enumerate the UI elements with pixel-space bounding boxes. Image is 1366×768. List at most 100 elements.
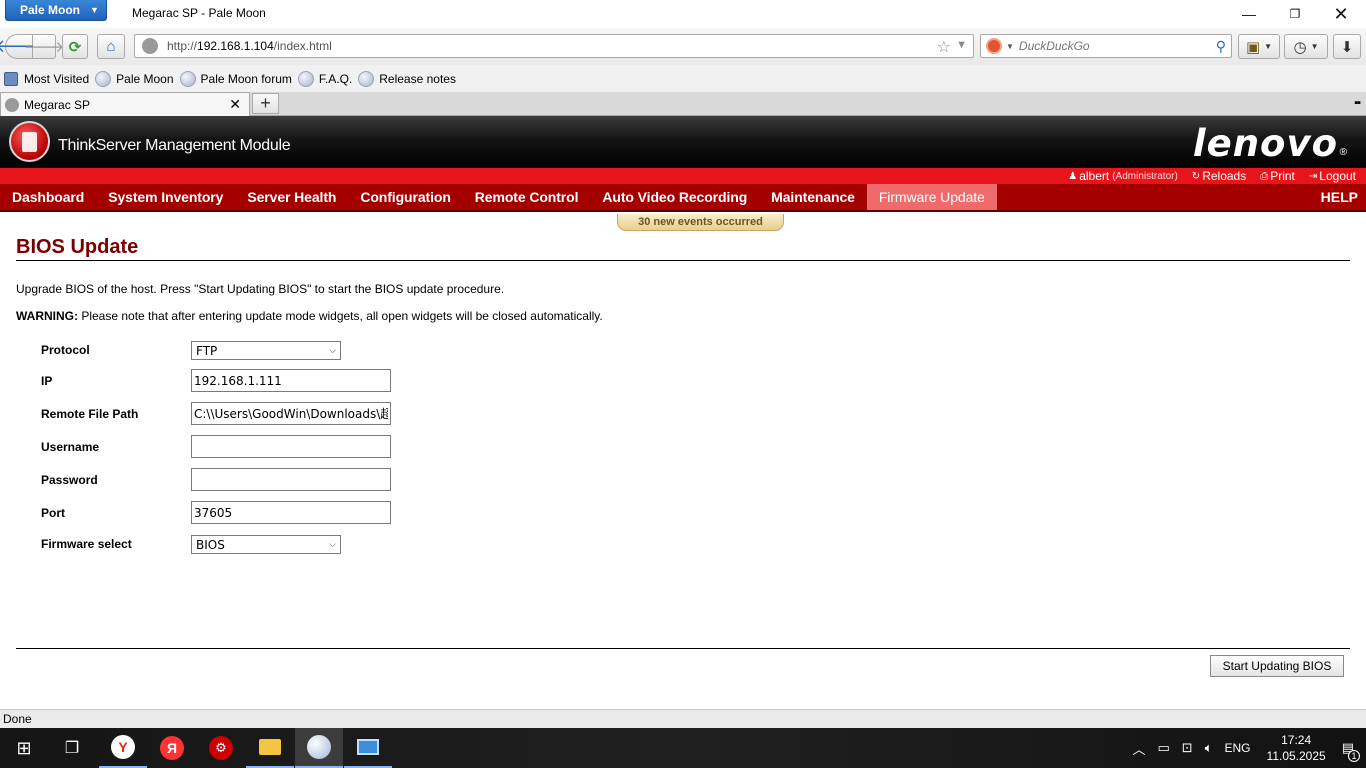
input-language[interactable]: ENG <box>1225 741 1251 755</box>
user-role: (Administrator) <box>1112 170 1178 182</box>
show-hidden-icons-icon[interactable]: ︿ <box>1132 739 1145 758</box>
menu-remote-control[interactable]: Remote Control <box>463 184 591 210</box>
browser-title-bar: Pale Moon ▼ Megarac SP - Pale Moon — ❐ ✕ <box>0 0 1366 28</box>
minimize-button[interactable]: — <box>1226 0 1272 28</box>
home-button[interactable]: ⌂ <box>97 34 125 59</box>
taskbar-remote-app[interactable] <box>344 728 392 768</box>
warning-message: WARNING: Please note that after entering… <box>16 309 603 323</box>
pale-moon-globe-icon <box>297 70 314 87</box>
menu-maintenance[interactable]: Maintenance <box>759 184 867 210</box>
history-menu-button[interactable]: ◷ ▼ <box>1284 34 1328 59</box>
start-updating-bios-button[interactable]: Start Updating BIOS <box>1210 655 1344 677</box>
most-visited-icon <box>4 71 18 86</box>
notifications-icon[interactable]: ▤ 1 <box>1342 740 1360 762</box>
yandex-browser-icon: Y <box>111 735 135 759</box>
clock[interactable]: 17:24 11.05.2025 <box>1267 732 1326 764</box>
gear-app-icon: ⚙ <box>209 736 233 760</box>
search-bar[interactable]: ▼ ⚲ <box>980 34 1232 58</box>
bookmark-pale-moon[interactable]: Pale Moon <box>95 70 174 87</box>
events-notification-badge[interactable]: 30 new events occurred <box>617 214 784 231</box>
new-tab-button[interactable]: + <box>252 93 279 114</box>
navigation-toolbar: 🡐 🡒 ⟳ ⌂ http://192.168.1.104/index.html … <box>0 28 1366 65</box>
chevron-down-icon: ⌵ <box>329 345 336 356</box>
restore-button[interactable]: ❐ <box>1272 0 1318 28</box>
bookmark-most-visited[interactable]: Most Visited <box>4 71 90 86</box>
password-input[interactable] <box>191 468 391 491</box>
tab-close-icon[interactable]: ✕ <box>229 96 241 113</box>
bookmark-faq[interactable]: F.A.Q. <box>297 70 352 87</box>
bookmarks-menu-button[interactable]: ▣ ▼ <box>1238 34 1280 59</box>
battery-icon[interactable]: ▭ <box>1158 740 1170 756</box>
bookmark-pale-moon-forum[interactable]: Pale Moon forum <box>179 70 292 87</box>
lenovo-logo: lenovo <box>1192 122 1338 165</box>
task-view-button[interactable]: ❐ <box>48 728 96 768</box>
taskbar-yandex-browser[interactable]: Y <box>99 728 147 768</box>
search-icon[interactable]: ⚲ <box>1216 38 1226 55</box>
username-input[interactable] <box>191 435 391 458</box>
reload-button[interactable]: ⟳ <box>62 34 88 59</box>
taskbar-pale-moon[interactable] <box>295 728 343 768</box>
menu-dashboard[interactable]: Dashboard <box>0 184 96 210</box>
site-identity-icon[interactable] <box>142 38 158 54</box>
chevron-down-icon: ▼ <box>90 5 99 15</box>
downloads-button[interactable]: ⬇ <box>1333 34 1361 59</box>
search-engine-dropdown-icon[interactable]: ▼ <box>1006 42 1014 51</box>
username-label: Username <box>41 440 100 454</box>
remote-file-path-input[interactable] <box>191 402 391 425</box>
warning-text: Please note that after entering update m… <box>78 309 603 323</box>
system-tray: ︿ ▭ ⊡ 🔈︎ ENG 17:24 11.05.2025 ▤ 1 <box>1126 728 1366 768</box>
reload-link[interactable]: ↻ Reloads <box>1192 169 1246 183</box>
tab-favicon-icon <box>5 97 19 112</box>
start-button[interactable]: ⊞ <box>0 728 48 768</box>
user-info: ♟ albert (Administrator) <box>1068 169 1178 183</box>
taskbar-yandex[interactable]: Я <box>148 728 196 768</box>
url-bar[interactable]: http://192.168.1.104/index.html ☆ ▼ <box>134 34 974 58</box>
duckduckgo-icon[interactable] <box>986 38 1002 54</box>
protocol-select[interactable]: FTP ⌵ <box>191 341 341 360</box>
menu-server-health[interactable]: Server Health <box>235 184 348 210</box>
url-history-dropdown-icon[interactable]: ▼ <box>956 39 967 51</box>
volume-icon[interactable]: 🔈︎ <box>1205 740 1213 756</box>
clock-time: 17:24 <box>1281 733 1312 747</box>
logout-icon: ⇥ <box>1308 170 1318 182</box>
url-text[interactable]: http://192.168.1.104/index.html <box>167 39 332 53</box>
registered-mark: ® <box>1339 147 1347 158</box>
tab-megarac-sp[interactable]: Megarac SP ✕ <box>0 92 250 116</box>
url-path: /index.html <box>273 39 332 53</box>
close-button[interactable]: ✕ <box>1318 0 1364 28</box>
home-icon: ⌂ <box>106 38 116 55</box>
print-label: Print <box>1270 169 1295 183</box>
menu-configuration[interactable]: Configuration <box>348 184 462 210</box>
menu-auto-video-recording[interactable]: Auto Video Recording <box>590 184 759 210</box>
print-icon: ⎙ <box>1260 170 1269 182</box>
logout-link[interactable]: ⇥ Logout <box>1309 169 1356 183</box>
page-title: BIOS Update <box>16 236 139 258</box>
bookmark-release-notes[interactable]: Release notes <box>358 70 456 87</box>
menu-firmware-update[interactable]: Firmware Update <box>866 184 997 210</box>
user-bar: ♟ albert (Administrator) ↻ Reloads ⎙ Pri… <box>0 168 1366 184</box>
firmware-select[interactable]: BIOS ⌵ <box>191 535 341 554</box>
help-link[interactable]: HELP <box>1321 184 1358 210</box>
print-link[interactable]: ⎙ Print <box>1260 169 1295 183</box>
pale-moon-globe-icon <box>95 70 112 87</box>
network-icon[interactable]: ⊡ <box>1182 740 1193 756</box>
pale-moon-globe-icon <box>358 70 375 87</box>
url-prefix: http:// <box>167 39 198 53</box>
chevron-down-icon: ⌵ <box>329 539 336 550</box>
port-input[interactable] <box>191 501 391 524</box>
bottom-divider <box>16 648 1350 649</box>
search-input[interactable] <box>1018 39 1209 53</box>
tab-strip: Megarac SP ✕ + ▪▪ <box>0 92 1366 116</box>
remote-desktop-icon <box>357 739 379 755</box>
app-menu-button[interactable]: Pale Moon ▼ <box>5 0 107 21</box>
taskbar-app-red[interactable]: ⚙ <box>197 728 245 768</box>
menu-system-inventory[interactable]: System Inventory <box>96 184 235 210</box>
bookmarks-toolbar: Most Visited Pale Moon Pale Moon forum F… <box>0 65 1366 92</box>
taskbar-file-explorer[interactable] <box>246 728 294 768</box>
forward-button[interactable]: 🡒 <box>24 34 64 59</box>
ip-input[interactable] <box>191 369 391 392</box>
bookmark-label: Most Visited <box>24 71 90 86</box>
task-view-icon: ❐ <box>64 740 80 757</box>
tab-list-icon[interactable]: ▪▪ <box>1354 97 1361 109</box>
bookmark-star-icon[interactable]: ☆ <box>937 37 951 57</box>
